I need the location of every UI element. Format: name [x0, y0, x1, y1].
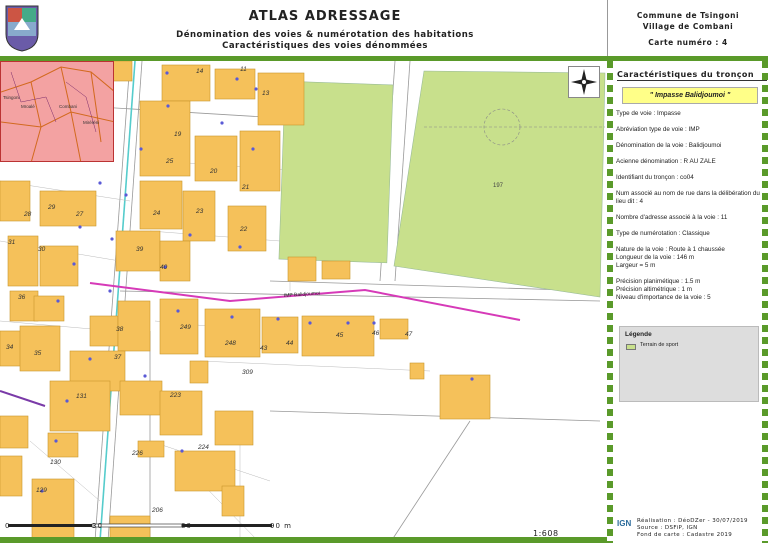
header: ATLAS ADRESSAGE Dénomination des voies &…: [0, 0, 768, 56]
attr-nature: Nature de la voie : Route à 1 chaussée: [616, 246, 725, 253]
svg-text:14: 14: [196, 68, 204, 75]
panel-title-underline: [617, 80, 767, 81]
attr-ancienne: Acienne dénomination : R AU ZALE: [616, 158, 716, 165]
inset-map: [1, 62, 113, 161]
credits-fond: Fond de carte : Cadastre 2019: [637, 532, 733, 538]
subtitle-line-1: Dénomination des voies & numérotation de…: [176, 30, 474, 40]
svg-text:129: 129: [36, 487, 47, 494]
attr-type-voie: Type de voie : Impasse: [616, 110, 681, 117]
attr-num-associe: Num associé au nom de rue dans la délibé…: [616, 190, 760, 205]
attr-precision-plani: Précision planimétique : 1.5 m: [616, 278, 701, 285]
panel-border-right: [762, 61, 768, 543]
inset-label-mireréni: Miréréni: [83, 120, 100, 125]
attr-abreviation: Abréviation type de voie : IMP: [616, 126, 700, 133]
page-title: ATLAS ADRESSAGE: [248, 9, 402, 24]
svg-text:224: 224: [197, 444, 209, 451]
panel-border-left: [607, 61, 613, 543]
page-subtitle: Dénomination des voies & numérotation de…: [120, 30, 530, 52]
attr-identifiant: Identifiant du tronçon : co04: [616, 174, 694, 181]
panel-title: Caractéristiques du tronçon: [617, 70, 754, 79]
svg-text:130: 130: [50, 459, 61, 466]
svg-text:19: 19: [174, 131, 182, 138]
svg-text:20: 20: [209, 168, 218, 175]
svg-text:39: 39: [136, 246, 144, 253]
svg-text:131: 131: [76, 393, 87, 400]
commune-block: Commune de Tsingoni Village de Combani C…: [607, 0, 768, 56]
svg-text:31: 31: [8, 239, 16, 246]
village-name: Village de Combani: [642, 22, 734, 31]
svg-text:226: 226: [131, 450, 143, 457]
scale-bar: [8, 523, 272, 528]
attr-nombre-adresse: Nombre d'adresse associé à la voie : 11: [616, 214, 728, 221]
svg-text:27: 27: [75, 211, 84, 218]
attribute-list: Type de voie : Impasse Abréviation type …: [616, 110, 762, 302]
svg-text:45: 45: [336, 332, 344, 339]
road-label: IMP Balidjoumoi: [284, 290, 320, 298]
credits-realisation: Réalisation : DéoDZer - 30/07/2019: [637, 518, 748, 524]
svg-text:40: 40: [160, 264, 168, 271]
svg-text:309: 309: [242, 369, 253, 376]
highlighted-road[interactable]: [89, 282, 521, 321]
legend-title: Légende: [625, 331, 652, 338]
svg-text:13: 13: [262, 90, 270, 97]
credits: Réalisation : DéoDZer - 30/07/2019 Sourc…: [637, 518, 748, 539]
commune-name: Commune de Tsingoni: [636, 11, 740, 20]
legend: Légende Terrain de sport: [619, 326, 759, 402]
svg-text:24: 24: [152, 210, 161, 217]
inset-label-mroale: Mroalé: [21, 104, 35, 109]
svg-text:47: 47: [405, 331, 413, 338]
scale-tick-60: 60: [181, 522, 192, 530]
scale-tick-0: 0: [5, 522, 11, 530]
ign-logo: IGN: [617, 519, 632, 528]
credits-source: Source : DSFiP, IGN: [637, 525, 698, 531]
legend-swatch-sport: [626, 344, 636, 350]
attr-largeur: Largeur = 5 m: [616, 262, 656, 269]
commune-logo: [5, 5, 39, 52]
attr-denomination: Dénomination de la voie : Balidjoumoi: [616, 142, 722, 149]
svg-text:44: 44: [286, 340, 294, 347]
voie-name-box: " Impasse Balidjoumoi ": [622, 87, 758, 104]
svg-text:43: 43: [260, 345, 268, 352]
info-panel: Caractéristiques du tronçon " Impasse Ba…: [607, 61, 768, 543]
legend-label-sport: Terrain de sport: [640, 342, 679, 348]
inset-label-combani: Combani: [59, 104, 78, 109]
north-arrow-icon: [568, 66, 600, 98]
svg-text:34: 34: [6, 344, 14, 351]
map-view[interactable]: 197 IMP Balidjoumoi 14 11 13 19 20 21 25…: [0, 61, 607, 543]
footer-divider: [0, 537, 607, 543]
svg-text:206: 206: [151, 507, 163, 514]
locator-inset: Tsingoni Mroalé Combani Miréréni: [0, 61, 114, 162]
svg-text:28: 28: [23, 211, 32, 218]
svg-text:36: 36: [18, 294, 26, 301]
attr-type-numerotation: Type de numérotation : Classique: [616, 230, 710, 237]
inset-label-tsingoni: Tsingoni: [3, 95, 20, 100]
svg-text:22: 22: [239, 226, 248, 233]
svg-text:29: 29: [47, 204, 56, 211]
attr-longueur: Longueur de la voie : 146 m: [616, 254, 695, 261]
svg-text:38: 38: [116, 326, 124, 333]
svg-text:35: 35: [34, 350, 42, 357]
subtitle-line-2: Caractéristiques des voies dénommées: [222, 41, 428, 51]
scale-tick-30: 30: [92, 522, 103, 530]
svg-text:11: 11: [240, 66, 247, 73]
svg-text:25: 25: [165, 158, 174, 165]
svg-text:249: 249: [179, 324, 191, 331]
svg-text:46: 46: [372, 330, 380, 337]
svg-text:23: 23: [195, 208, 204, 215]
sport-parcel-label: 197: [493, 183, 504, 189]
svg-text:37: 37: [114, 354, 122, 361]
scale-tick-90: 90 m: [270, 522, 292, 530]
attr-precision-alti: Précision altimétrique : 1 m: [616, 286, 692, 293]
svg-text:21: 21: [241, 184, 250, 191]
attr-niveau: Niveau d'importance de la voie : 5: [616, 294, 711, 301]
svg-text:223: 223: [169, 392, 181, 399]
svg-text:30: 30: [38, 246, 46, 253]
carte-number: Carte numéro : 4: [648, 38, 728, 47]
svg-text:248: 248: [224, 340, 236, 347]
